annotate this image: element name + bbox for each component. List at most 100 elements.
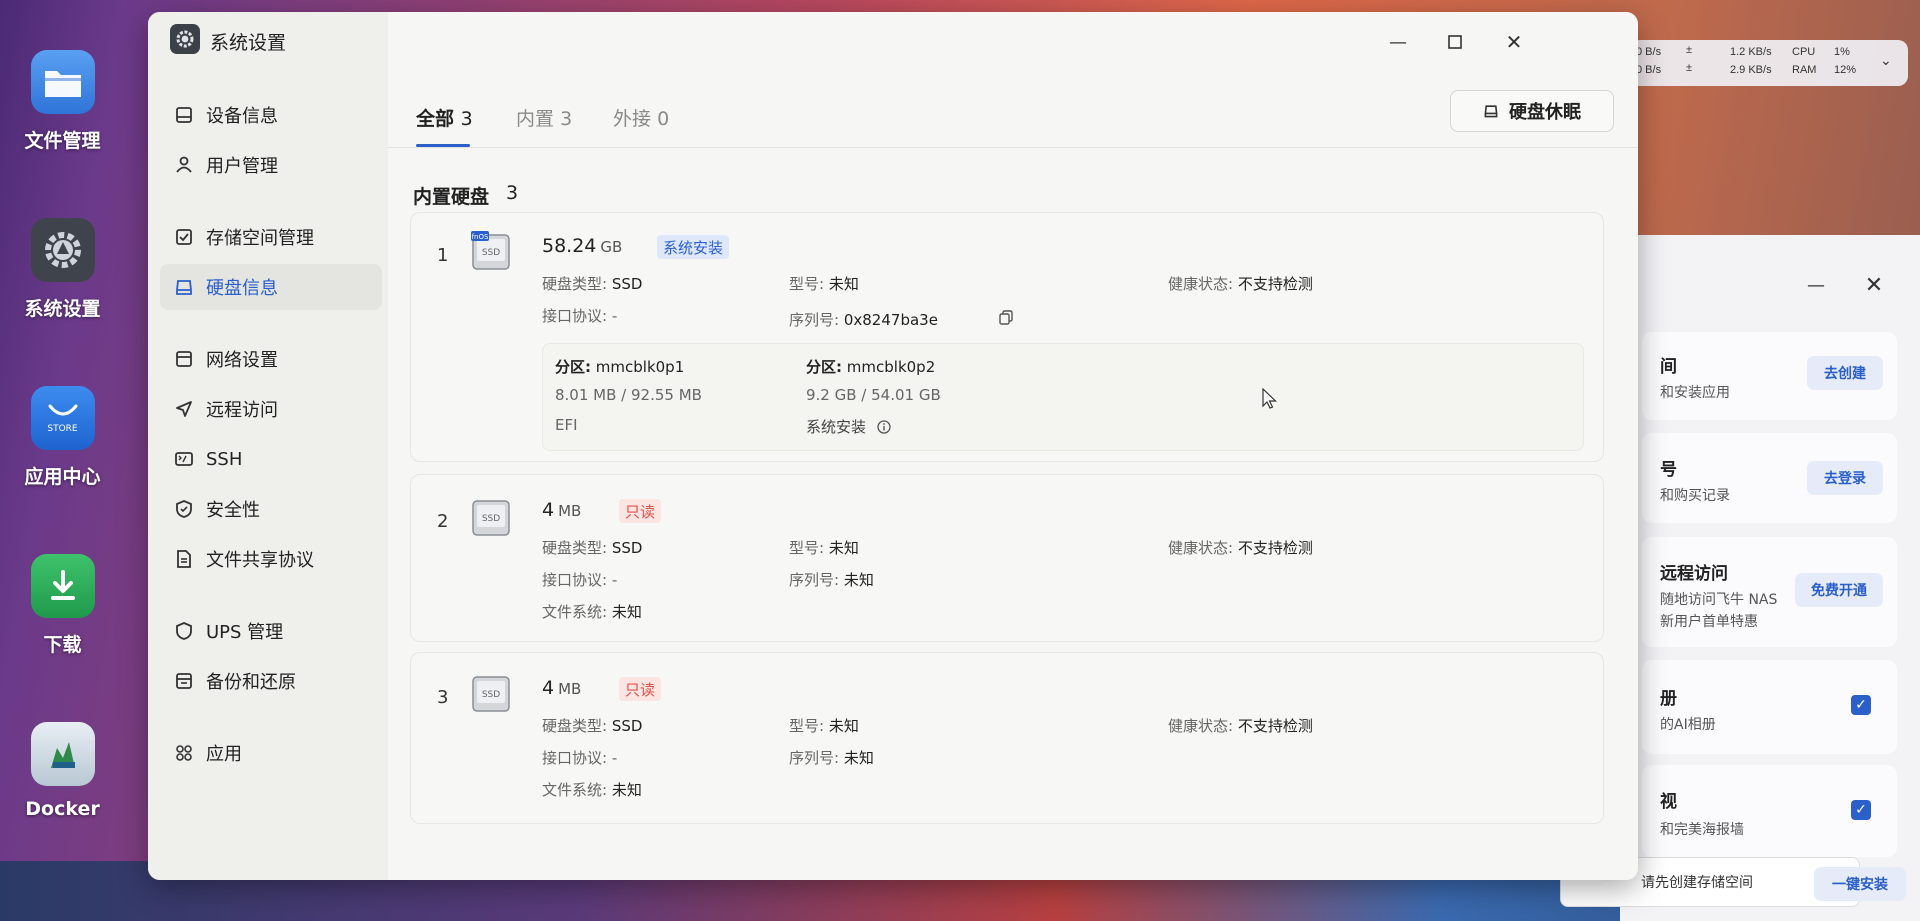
sidebar-item-remote-access[interactable]: 远程访问 xyxy=(160,386,382,432)
apps-icon xyxy=(176,745,192,761)
disk-card[interactable]: 1 SSD fnOS 58.24 GB 系统安装 硬盘类型: SSD 型号: 未知… xyxy=(410,212,1604,462)
dock-item-download[interactable]: 下载 xyxy=(0,554,125,657)
settings-icon xyxy=(30,218,95,282)
partition-name-value: mmcblk0p1 xyxy=(595,358,685,376)
download-rate: 0 B/s xyxy=(1636,64,1662,76)
sidebar-item-label: 备份和还原 xyxy=(206,672,296,693)
disk-model-value: 未知 xyxy=(828,275,859,293)
dock-item-settings[interactable]: 系统设置 xyxy=(0,218,125,321)
sidebar-item-users[interactable]: 用户管理 xyxy=(160,142,382,188)
user-icon xyxy=(176,156,192,173)
copy-icon[interactable] xyxy=(998,310,1014,326)
sidebar-item-storage[interactable]: 存储空间管理 xyxy=(160,214,382,260)
svg-text:SSD: SSD xyxy=(482,248,500,258)
dock-label: Docker xyxy=(25,798,100,820)
settings-sidebar: 系统设置 设备信息 用户管理 存储空间管理 硬盘信息 网络设置 远程访问 SSH xyxy=(148,12,388,880)
partition-usage: 8.01 MB / 92.55 MB xyxy=(555,386,702,404)
disk-health: 健康状态: 不支持检测 xyxy=(1168,273,1313,294)
disk-size: 4 MB xyxy=(542,677,581,699)
info-icon[interactable] xyxy=(877,420,891,434)
disk-serial-label: 序列号: xyxy=(789,749,840,767)
tab-all[interactable]: 全部 3 xyxy=(416,104,473,131)
system-status-widget[interactable]: 0 B/s 0 B/s ± ± 1.2 KB/s 2.9 KB/s CPU RA… xyxy=(1630,40,1908,86)
disk-index: 3 xyxy=(437,687,449,708)
shield-icon xyxy=(176,500,192,518)
sidebar-item-ups[interactable]: UPS 管理 xyxy=(160,608,382,654)
minimize-icon[interactable]: — xyxy=(1806,275,1826,296)
sidebar-item-label: 设备信息 xyxy=(206,106,278,127)
setup-card-account: 号 和购买记录 去登录 xyxy=(1642,433,1897,523)
sidebar-item-label: 远程访问 xyxy=(206,400,278,421)
disk-card[interactable]: 2 SSD 4 MB 只读 硬盘类型: SSD 型号: 未知 健康状态: 不支持检… xyxy=(410,474,1604,642)
disk-filesystem-label: 文件系统: xyxy=(542,603,608,621)
disk-model-value: 未知 xyxy=(828,539,859,557)
partition-list: 分区: mmcblk0p1 8.01 MB / 92.55 MB EFI 分区:… xyxy=(542,343,1584,451)
partition-name: 分区: mmcblk0p1 xyxy=(555,356,684,377)
dock-item-docker[interactable]: Docker xyxy=(0,722,125,820)
dock-item-app-center[interactable]: STORE 应用中心 xyxy=(0,386,125,489)
setup-card-title: 远程访问 xyxy=(1660,564,1728,584)
close-icon[interactable]: ✕ xyxy=(1864,273,1884,298)
disk-type-value: SSD xyxy=(611,539,643,557)
disk-model-label: 型号: xyxy=(789,717,825,735)
disk-index: 2 xyxy=(437,511,449,532)
down-arrow-icon: ± xyxy=(1686,62,1693,74)
partition-note: EFI xyxy=(555,416,578,434)
tab-internal[interactable]: 内置 3 xyxy=(516,104,572,131)
disk-type-value: SSD xyxy=(611,717,643,735)
disk-serial: 序列号: 0x8247ba3e xyxy=(789,309,938,330)
photos-checkbox[interactable]: ✓ xyxy=(1851,695,1871,715)
sidebar-item-label: 网络设置 xyxy=(206,350,278,371)
sidebar-item-ssh[interactable]: SSH xyxy=(160,436,382,482)
sidebar-item-file-share[interactable]: 文件共享协议 xyxy=(160,536,382,582)
setup-card-title: 间 xyxy=(1660,357,1677,377)
setup-card-title: 册 xyxy=(1660,689,1677,709)
device-info-icon xyxy=(176,107,192,123)
disk-sleep-button[interactable]: 硬盘休眠 xyxy=(1450,90,1614,132)
create-button[interactable]: 去创建 xyxy=(1807,356,1883,390)
disk-card[interactable]: 3 SSD 4 MB 只读 硬盘类型: SSD 型号: 未知 健康状态: 不支持检… xyxy=(410,652,1604,824)
minimize-icon[interactable]: — xyxy=(1388,32,1408,53)
sidebar-item-security[interactable]: 安全性 xyxy=(160,486,382,532)
net-down-rate: 2.9 KB/s xyxy=(1730,64,1772,76)
sidebar-item-device-info[interactable]: 设备信息 xyxy=(160,92,382,138)
video-checkbox[interactable]: ✓ xyxy=(1851,800,1871,820)
tab-count: 3 xyxy=(460,108,473,130)
sidebar-item-disk-info[interactable]: 硬盘信息 xyxy=(160,264,382,310)
svg-text:SSD: SSD xyxy=(482,690,500,700)
disk-filesystem: 文件系统: 未知 xyxy=(542,779,642,800)
disk-type-label: 硬盘类型: xyxy=(542,539,608,557)
sidebar-item-backup[interactable]: 备份和还原 xyxy=(160,658,382,704)
disk-size-value: 4 xyxy=(542,677,555,699)
close-icon[interactable]: ✕ xyxy=(1504,30,1524,54)
disk-index: 1 xyxy=(437,245,449,266)
one-click-install-button[interactable]: 一键安装 xyxy=(1814,867,1906,901)
disk-health: 健康状态: 不支持检测 xyxy=(1168,537,1313,558)
disk-type: 硬盘类型: SSD xyxy=(542,715,642,736)
remote-access-icon xyxy=(176,401,192,417)
disk-size-unit: GB xyxy=(600,238,623,256)
partition-note-value: 系统安装 xyxy=(806,418,867,436)
ssd-icon: SSD xyxy=(472,500,510,536)
maximize-icon[interactable] xyxy=(1445,32,1465,52)
disk-size-unit: MB xyxy=(558,502,582,520)
setup-card-desc: 和购买记录 xyxy=(1660,488,1730,504)
setup-card-desc: 的AI相册 xyxy=(1660,717,1716,733)
sidebar-item-apps[interactable]: 应用 xyxy=(160,730,382,776)
disk-icon xyxy=(176,280,192,295)
disk-type: 硬盘类型: SSD xyxy=(542,273,642,294)
sidebar-item-network[interactable]: 网络设置 xyxy=(160,336,382,382)
section-title: 内置硬盘 xyxy=(413,186,490,208)
tab-label: 外接 xyxy=(613,108,652,130)
readonly-badge: 只读 xyxy=(619,499,662,523)
disk-interface-label: 接口协议: xyxy=(542,307,608,325)
dock-item-file-manager[interactable]: 文件管理 xyxy=(0,50,125,153)
partition-label: 分区: xyxy=(555,358,591,376)
disk-serial-value: 未知 xyxy=(843,749,874,767)
dock-label: 应用中心 xyxy=(24,466,101,488)
disk-model-label: 型号: xyxy=(789,539,825,557)
free-activate-button[interactable]: 免费开通 xyxy=(1795,573,1883,607)
login-button[interactable]: 去登录 xyxy=(1807,461,1883,495)
tab-external[interactable]: 外接 0 xyxy=(613,104,669,131)
chevron-down-icon[interactable]: ⌄ xyxy=(1880,52,1892,69)
